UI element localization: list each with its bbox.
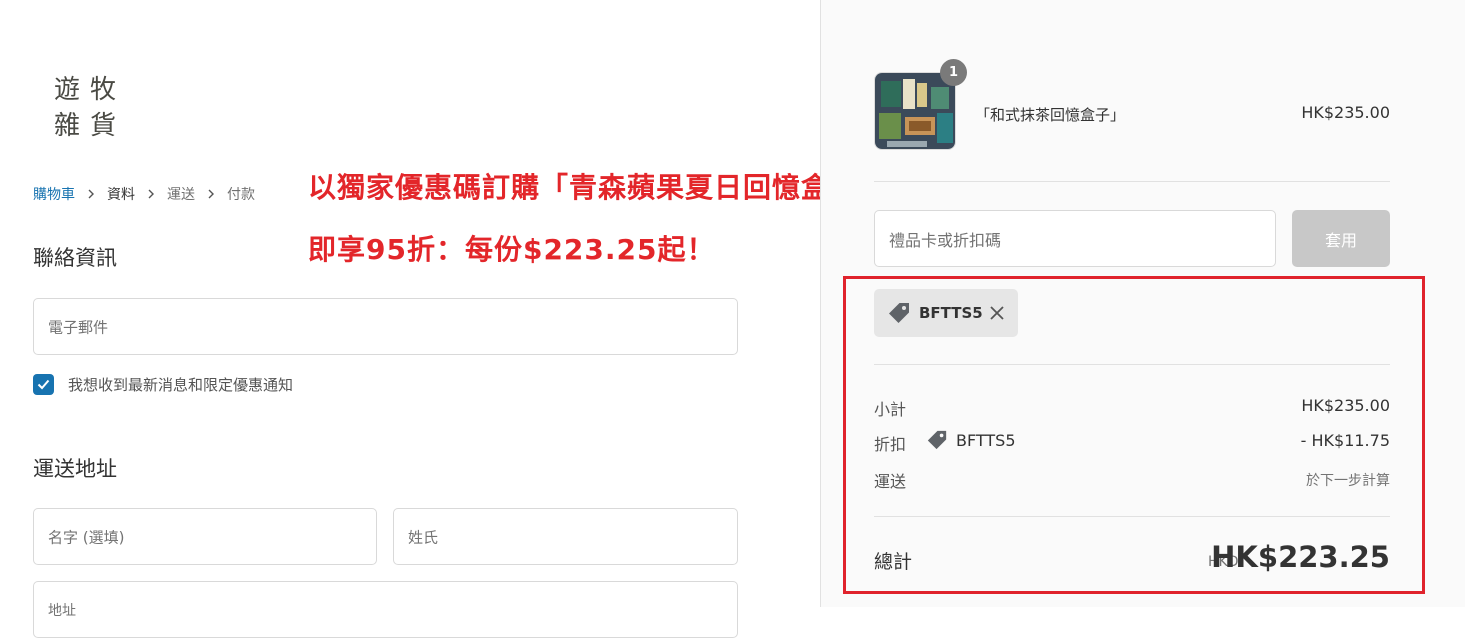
email-placeholder: 電子郵件 bbox=[48, 318, 109, 336]
discount-code-placeholder: 禮品卡或折扣碼 bbox=[889, 230, 1002, 250]
shipping-heading: 運送地址 bbox=[33, 457, 117, 481]
discount-label: 折扣 bbox=[874, 435, 907, 454]
discount-code: BFTTS5 bbox=[956, 430, 1016, 450]
address-placeholder: 地址 bbox=[48, 603, 76, 619]
discount-value: - HK$11.75 bbox=[1300, 431, 1390, 450]
tag-icon bbox=[927, 430, 947, 450]
tag-icon bbox=[889, 303, 909, 323]
contact-heading: 聯絡資訊 bbox=[33, 246, 117, 270]
chevron-right-icon bbox=[148, 189, 154, 199]
address-field[interactable]: 地址 bbox=[33, 581, 738, 638]
total-value: HK$223.25 bbox=[1211, 540, 1390, 574]
last-name-field[interactable]: 姓氏 bbox=[393, 508, 738, 565]
apply-button[interactable]: 套用 bbox=[1292, 210, 1390, 267]
check-icon bbox=[37, 379, 50, 390]
shipping-label: 運送 bbox=[874, 472, 907, 491]
breadcrumb-payment: 付款 bbox=[227, 187, 255, 203]
promo-subheadline: 即享95折：每份$223.25起！ bbox=[308, 233, 716, 266]
close-icon[interactable] bbox=[988, 304, 1006, 322]
discount-code-tag: BFTTS5 bbox=[926, 429, 1016, 451]
discount-code-input[interactable]: 禮品卡或折扣碼 bbox=[874, 210, 1276, 267]
first-name-placeholder: 名字 (選填) bbox=[48, 528, 125, 546]
applied-discount-chip: BFTTS5 bbox=[874, 289, 1018, 337]
subtotal-value: HK$235.00 bbox=[1301, 396, 1390, 415]
product-name: 「和式抹茶回憶盒子」 bbox=[975, 106, 1126, 124]
breadcrumb-information: 資料 bbox=[107, 187, 135, 203]
promo-headline: 以獨家優惠碼訂購「青森蘋果夏日回憶盒子」 bbox=[308, 171, 889, 204]
product-price: HK$235.00 bbox=[1301, 103, 1390, 122]
breadcrumb-shipping: 運送 bbox=[167, 187, 195, 203]
total-label: 總計 bbox=[874, 551, 913, 573]
newsletter-label: 我想收到最新消息和限定優惠通知 bbox=[68, 376, 294, 394]
newsletter-checkbox[interactable] bbox=[33, 374, 54, 395]
subtotal-label: 小計 bbox=[874, 400, 907, 419]
email-field[interactable]: 電子郵件 bbox=[33, 298, 738, 355]
last-name-placeholder: 姓氏 bbox=[408, 528, 439, 546]
shipping-value: 於下一步計算 bbox=[1306, 473, 1390, 489]
first-name-field[interactable]: 名字 (選填) bbox=[33, 508, 377, 565]
brand-logo[interactable]: 遊牧 雜貨 bbox=[54, 72, 126, 144]
divider bbox=[874, 364, 1390, 365]
divider bbox=[874, 181, 1390, 182]
logo-line-1: 遊牧 bbox=[54, 75, 127, 105]
logo-line-2: 雜貨 bbox=[54, 111, 127, 141]
applied-code: BFTTS5 bbox=[919, 304, 983, 322]
checkout-main: 遊牧 雜貨 購物車 資料 運送 付款 以獨家優惠碼訂購「青森蘋果夏日回憶盒子」 … bbox=[0, 0, 887, 638]
chevron-right-icon bbox=[88, 189, 94, 199]
chevron-right-icon bbox=[208, 189, 214, 199]
product-image bbox=[875, 73, 955, 149]
breadcrumb: 購物車 資料 運送 付款 bbox=[33, 184, 255, 204]
quantity-badge: 1 bbox=[940, 59, 967, 86]
newsletter-option[interactable]: 我想收到最新消息和限定優惠通知 bbox=[33, 374, 293, 395]
divider bbox=[874, 516, 1390, 517]
product-thumbnail bbox=[874, 72, 956, 150]
breadcrumb-cart[interactable]: 購物車 bbox=[33, 184, 75, 204]
